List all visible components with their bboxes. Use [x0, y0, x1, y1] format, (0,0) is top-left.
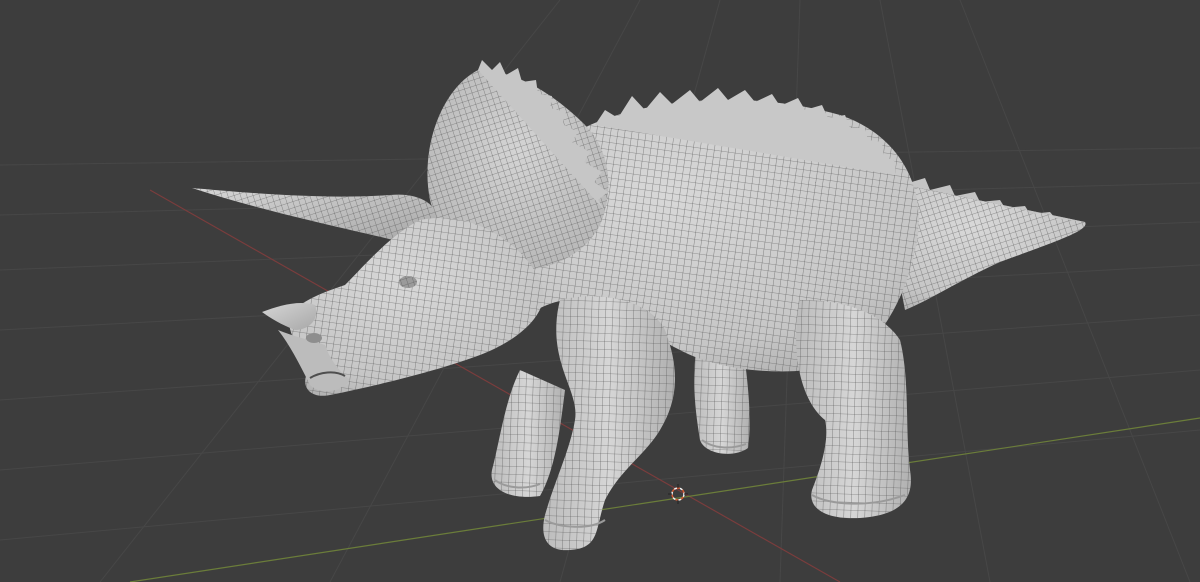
y-axis-line: [129, 417, 1200, 582]
3d-cursor-icon[interactable]: [668, 484, 688, 504]
triceratops-mesh[interactable]: [192, 60, 1086, 551]
3d-viewport[interactable]: [0, 0, 1200, 582]
viewport-scene: [0, 0, 1200, 582]
